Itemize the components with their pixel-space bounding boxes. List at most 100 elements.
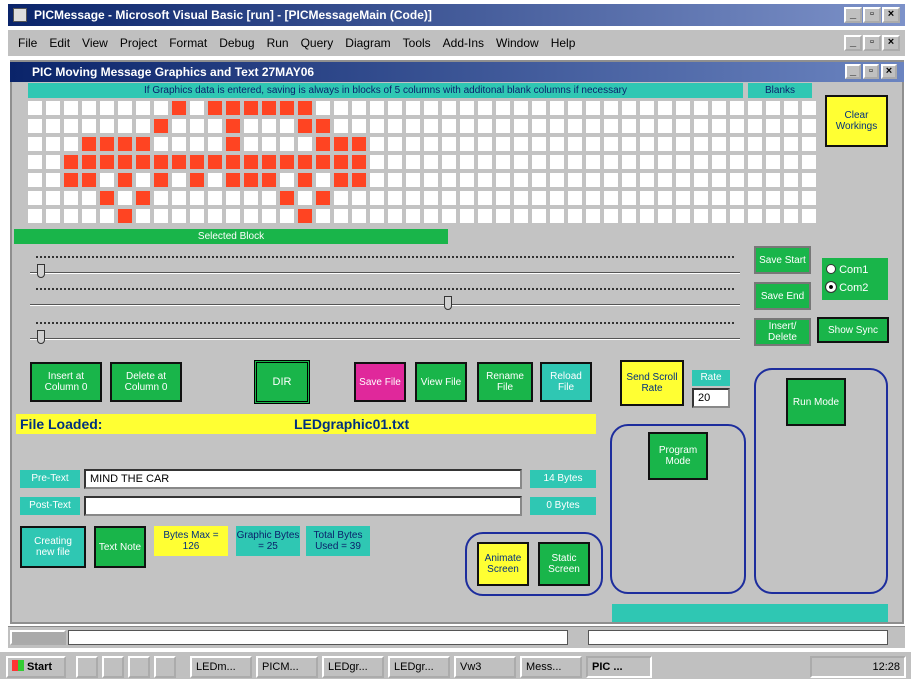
menu-view[interactable]: View — [82, 36, 108, 50]
led-cell[interactable] — [28, 119, 42, 133]
led-cell[interactable] — [154, 101, 168, 115]
led-cell[interactable] — [208, 137, 222, 151]
led-cell[interactable] — [334, 101, 348, 115]
code-pane-hscroll-2[interactable] — [588, 630, 888, 645]
menu-edit[interactable]: Edit — [49, 36, 70, 50]
child-close-icon[interactable]: × — [882, 35, 900, 51]
save-file-button[interactable]: Save File — [354, 362, 406, 402]
save-end-slider[interactable] — [30, 284, 740, 310]
led-cell[interactable] — [190, 191, 204, 205]
com2-radio[interactable]: Com2 — [825, 281, 868, 294]
insert-delete-slider[interactable] — [30, 318, 740, 344]
led-cell[interactable] — [316, 137, 330, 151]
led-cell[interactable] — [280, 155, 294, 169]
led-cell[interactable] — [496, 173, 510, 187]
led-cell[interactable] — [406, 191, 420, 205]
led-cell[interactable] — [172, 119, 186, 133]
led-cell[interactable] — [568, 119, 582, 133]
led-cell[interactable] — [712, 155, 726, 169]
led-cell[interactable] — [532, 119, 546, 133]
led-cell[interactable] — [478, 101, 492, 115]
led-cell[interactable] — [658, 209, 672, 223]
menu-query[interactable]: Query — [301, 36, 334, 50]
led-cell[interactable] — [46, 155, 60, 169]
led-cell[interactable] — [244, 119, 258, 133]
led-cell[interactable] — [172, 137, 186, 151]
led-cell[interactable] — [658, 101, 672, 115]
led-cell[interactable] — [640, 209, 654, 223]
led-cell[interactable] — [226, 191, 240, 205]
led-cell[interactable] — [514, 173, 528, 187]
led-cell[interactable] — [352, 155, 366, 169]
led-cell[interactable] — [550, 119, 564, 133]
static-screen-button[interactable]: Static Screen — [538, 542, 590, 586]
led-cell[interactable] — [604, 119, 618, 133]
led-cell[interactable] — [172, 101, 186, 115]
text-note-button[interactable]: Text Note — [94, 526, 146, 568]
reload-file-button[interactable]: Reload File — [540, 362, 592, 402]
led-cell[interactable] — [496, 101, 510, 115]
led-cell[interactable] — [262, 119, 276, 133]
led-cell[interactable] — [712, 119, 726, 133]
led-cell[interactable] — [28, 209, 42, 223]
led-cell[interactable] — [208, 191, 222, 205]
code-pane-hscroll[interactable] — [68, 630, 568, 645]
led-cell[interactable] — [280, 119, 294, 133]
led-cell[interactable] — [532, 173, 546, 187]
led-cell[interactable] — [640, 155, 654, 169]
led-cell[interactable] — [298, 191, 312, 205]
led-cell[interactable] — [352, 209, 366, 223]
led-cell[interactable] — [532, 209, 546, 223]
led-cell[interactable] — [604, 137, 618, 151]
led-cell[interactable] — [154, 155, 168, 169]
led-cell[interactable] — [802, 173, 816, 187]
led-cell[interactable] — [190, 173, 204, 187]
led-cell[interactable] — [28, 191, 42, 205]
led-cell[interactable] — [802, 101, 816, 115]
led-cell[interactable] — [64, 119, 78, 133]
led-cell[interactable] — [514, 191, 528, 205]
menu-debug[interactable]: Debug — [219, 36, 254, 50]
led-cell[interactable] — [244, 137, 258, 151]
app-icon-b[interactable] — [154, 656, 176, 678]
led-cell[interactable] — [136, 155, 150, 169]
led-cell[interactable] — [64, 191, 78, 205]
taskbar-item[interactable]: LEDm... — [190, 656, 252, 678]
led-cell[interactable] — [262, 173, 276, 187]
led-cell[interactable] — [766, 209, 780, 223]
led-cell[interactable] — [388, 119, 402, 133]
led-cell[interactable] — [118, 101, 132, 115]
led-cell[interactable] — [460, 101, 474, 115]
led-cell[interactable] — [460, 173, 474, 187]
led-cell[interactable] — [352, 137, 366, 151]
child-minimize-icon[interactable]: _ — [844, 35, 862, 51]
led-cell[interactable] — [136, 101, 150, 115]
menu-format[interactable]: Format — [169, 36, 207, 50]
menu-tools[interactable]: Tools — [403, 36, 431, 50]
view-toggle-icon[interactable] — [10, 630, 66, 645]
led-cell[interactable] — [622, 191, 636, 205]
led-cell[interactable] — [28, 173, 42, 187]
led-cell[interactable] — [352, 101, 366, 115]
led-cell[interactable] — [496, 119, 510, 133]
led-cell[interactable] — [244, 209, 258, 223]
led-cell[interactable] — [694, 137, 708, 151]
led-cell[interactable] — [208, 173, 222, 187]
led-cell[interactable] — [766, 155, 780, 169]
led-cell[interactable] — [514, 155, 528, 169]
led-cell[interactable] — [676, 209, 690, 223]
animate-screen-button[interactable]: Animate Screen — [477, 542, 529, 586]
led-cell[interactable] — [388, 101, 402, 115]
led-cell[interactable] — [766, 137, 780, 151]
led-cell[interactable] — [586, 101, 600, 115]
led-cell[interactable] — [766, 119, 780, 133]
led-cell[interactable] — [46, 209, 60, 223]
led-cell[interactable] — [568, 101, 582, 115]
led-cell[interactable] — [316, 191, 330, 205]
menu-window[interactable]: Window — [496, 36, 539, 50]
menu-add-ins[interactable]: Add-Ins — [443, 36, 484, 50]
led-cell[interactable] — [316, 101, 330, 115]
led-cell[interactable] — [298, 101, 312, 115]
led-cell[interactable] — [388, 191, 402, 205]
led-cell[interactable] — [226, 119, 240, 133]
